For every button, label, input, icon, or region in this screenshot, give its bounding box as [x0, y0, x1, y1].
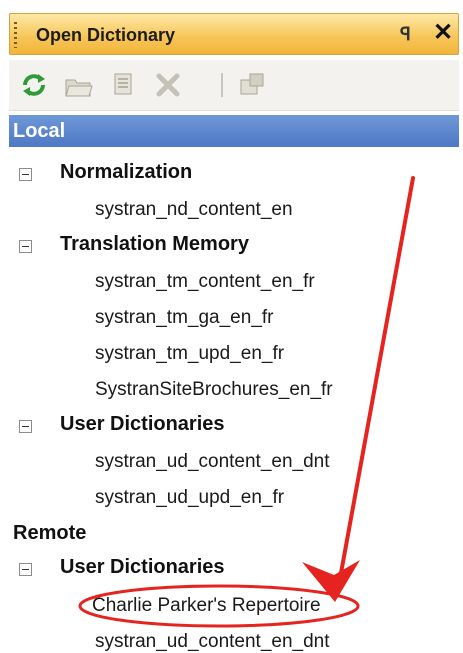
open-button[interactable] — [63, 70, 93, 100]
dictionary-item[interactable]: systran_nd_content_en — [95, 199, 293, 221]
dictionary-item[interactable]: systran_ud_upd_en_fr — [95, 487, 284, 509]
refresh-button[interactable] — [19, 70, 49, 100]
collapse-icon[interactable] — [19, 240, 32, 253]
section-local[interactable]: Local — [9, 115, 459, 147]
delete-button[interactable] — [153, 70, 183, 100]
close-icon[interactable]: ✕ — [433, 21, 453, 45]
dictionary-item[interactable]: systran_tm_ga_en_fr — [95, 307, 274, 329]
toolbar — [9, 60, 459, 111]
section-remote[interactable]: Remote — [13, 522, 86, 545]
refresh-icon — [23, 74, 45, 96]
open-folder-icon — [65, 79, 93, 97]
panel-title-bar[interactable]: Open Dictionary ꟼ ✕ — [9, 13, 459, 55]
panel-title: Open Dictionary — [36, 25, 176, 45]
dictionary-item[interactable]: SystranSiteBrochures_en_fr — [95, 379, 333, 401]
dictionary-item[interactable]: systran_ud_content_en_dnt — [95, 451, 330, 473]
drag-grip-icon[interactable] — [14, 22, 17, 48]
dictionary-item[interactable]: systran_tm_upd_en_fr — [95, 343, 284, 365]
dictionary-item[interactable]: systran_ud_content_en_dnt — [95, 631, 330, 653]
dictionary-item[interactable]: systran_tm_content_en_fr — [95, 271, 315, 293]
collapse-icon[interactable] — [19, 168, 32, 181]
pin-icon[interactable]: ꟼ — [400, 24, 411, 45]
delete-icon — [156, 73, 180, 97]
group-label: User Dictionaries — [60, 556, 225, 578]
group-label: User Dictionaries — [60, 413, 225, 435]
collapse-icon[interactable] — [19, 420, 32, 433]
collapse-icon[interactable] — [19, 563, 32, 576]
group-label: Translation Memory — [60, 233, 249, 255]
annotation-arrow-shaft — [335, 176, 415, 597]
import-button[interactable] — [109, 70, 139, 100]
properties-button[interactable] — [237, 70, 267, 100]
toolbar-separator — [221, 73, 223, 97]
properties-icon — [240, 73, 264, 95]
open-dictionary-panel: Open Dictionary ꟼ ✕ Local Normalization … — [0, 0, 463, 653]
group-label: Normalization — [60, 161, 193, 183]
import-icon — [114, 73, 132, 95]
dictionary-item-highlighted[interactable]: Charlie Parker's Repertoire — [92, 595, 321, 617]
